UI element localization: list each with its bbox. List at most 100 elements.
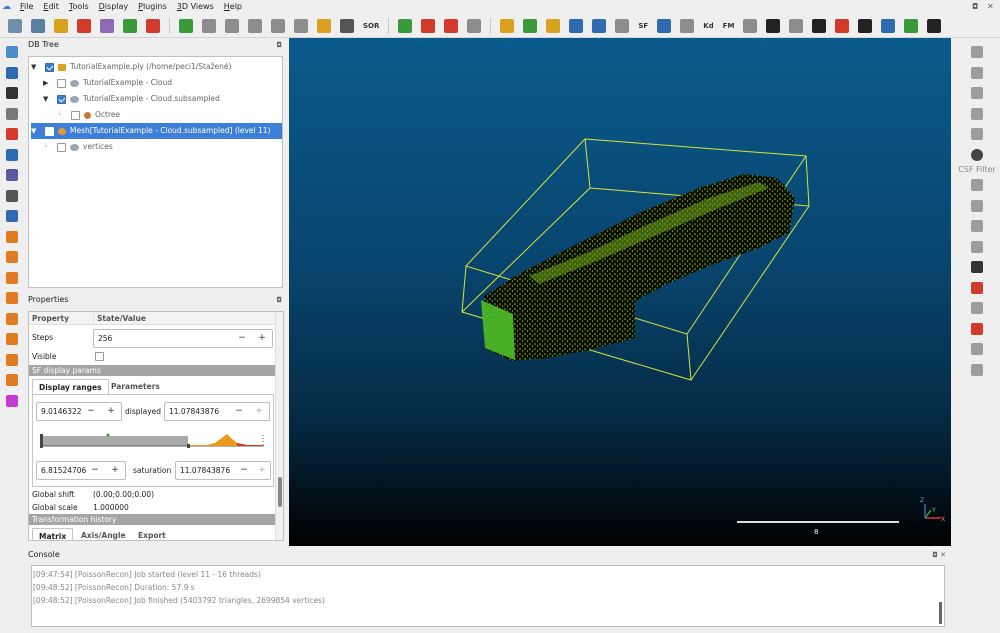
saturation-min-spinbox[interactable]: 6.81524706 − + bbox=[36, 461, 126, 480]
point-picking-icon[interactable] bbox=[54, 18, 68, 33]
displayed-min-spinbox[interactable]: 9.0146322 − + bbox=[36, 402, 122, 421]
sf-color-scale-icon[interactable] bbox=[657, 18, 672, 33]
decrement-button[interactable]: − bbox=[236, 462, 252, 479]
expand-arrow-icon[interactable]: ▼ bbox=[31, 123, 39, 139]
ransac-icon[interactable] bbox=[971, 322, 983, 335]
expand-arrow-icon[interactable]: ▼ bbox=[31, 59, 39, 75]
increment-button[interactable]: + bbox=[103, 403, 119, 420]
play-icon[interactable] bbox=[766, 18, 781, 33]
expand-arrow-icon[interactable]: ▼ bbox=[43, 91, 51, 107]
bottom-view-icon[interactable] bbox=[6, 333, 18, 345]
tree-row-ply[interactable]: ▼ TutorialExample.ply (/home/peci1/Staže… bbox=[31, 59, 282, 75]
display-window-icon[interactable] bbox=[6, 46, 18, 58]
noise-filter-icon[interactable] bbox=[340, 18, 354, 33]
menu-tools[interactable]: Tools bbox=[64, 0, 94, 14]
subsample-icon[interactable] bbox=[225, 18, 239, 33]
dock-float-icon[interactable]: ◘ bbox=[276, 38, 282, 52]
play-icon[interactable] bbox=[812, 18, 827, 33]
object-centered-icon[interactable] bbox=[6, 169, 18, 181]
increment-button[interactable]: + bbox=[254, 330, 270, 347]
dock-close-icons[interactable]: ◘ ✕ bbox=[932, 548, 946, 562]
displayed-min-value[interactable]: 9.0146322 bbox=[41, 407, 82, 416]
back-view-icon[interactable] bbox=[6, 292, 18, 304]
point-pair-align-icon[interactable] bbox=[398, 18, 413, 33]
plugin-qcanupo-icon[interactable] bbox=[835, 18, 850, 33]
kd-tree-button[interactable]: Kd bbox=[703, 22, 713, 30]
iso-view-1-icon[interactable] bbox=[6, 353, 18, 366]
saturation-min-value[interactable]: 6.81524706 bbox=[41, 466, 86, 475]
tree-row-mesh[interactable]: ▼ Mesh[TutorialExample - Cloud.subsample… bbox=[31, 123, 282, 139]
tree-row-vertices[interactable]: └ vertices bbox=[43, 139, 282, 155]
crop-icon[interactable] bbox=[421, 18, 436, 33]
decrement-button[interactable]: − bbox=[234, 330, 250, 347]
merge-icon[interactable] bbox=[100, 18, 114, 33]
increment-button[interactable]: + bbox=[254, 462, 270, 479]
camera-settings-icon[interactable] bbox=[6, 66, 18, 79]
menu-help[interactable]: Help bbox=[219, 0, 247, 14]
csf-filter-label[interactable]: CSF Filter bbox=[958, 165, 996, 174]
window-restore-icon[interactable]: ◘ bbox=[972, 2, 978, 11]
zoom-icon[interactable] bbox=[6, 210, 18, 222]
3d-viewport[interactable]: Z Y X 8 bbox=[289, 38, 951, 546]
compass-icon[interactable] bbox=[971, 46, 983, 58]
tab-axis-angle[interactable]: Axis/Angle bbox=[75, 528, 132, 540]
steps-spinbox[interactable]: 256 − + bbox=[93, 329, 273, 348]
cross-section-icon[interactable] bbox=[444, 18, 459, 33]
sf-convert-icon[interactable] bbox=[569, 18, 584, 33]
canupo-icon[interactable] bbox=[971, 66, 983, 79]
sf-button[interactable]: SF bbox=[638, 22, 648, 30]
iso-view-2-icon[interactable] bbox=[6, 374, 18, 386]
increment-button[interactable]: + bbox=[251, 403, 267, 420]
poisson-icon[interactable] bbox=[971, 240, 983, 253]
facet-fm-button[interactable]: FM bbox=[723, 22, 735, 30]
cloud-mesh-distance-icon[interactable] bbox=[317, 18, 331, 33]
cork-icon[interactable] bbox=[971, 343, 983, 355]
pivot-icon[interactable] bbox=[6, 107, 18, 120]
sra-icon[interactable] bbox=[971, 363, 983, 376]
steps-value[interactable]: 256 bbox=[98, 334, 112, 343]
hidden-point-removal-icon[interactable] bbox=[971, 199, 983, 212]
lighting-icon[interactable] bbox=[6, 394, 18, 407]
gradient-icon[interactable] bbox=[546, 18, 561, 33]
tab-display-ranges[interactable]: Display ranges bbox=[32, 379, 109, 394]
dock-float-icon[interactable]: ◘ bbox=[276, 293, 282, 307]
zoom-1-1-icon[interactable] bbox=[6, 87, 18, 99]
sf-histogram[interactable] bbox=[39, 431, 267, 455]
displayed-max-spinbox[interactable]: 11.07843876 − + bbox=[164, 402, 270, 421]
compute-stats-icon[interactable] bbox=[467, 18, 482, 33]
decrement-button[interactable]: − bbox=[83, 403, 99, 420]
hough-normals-icon[interactable] bbox=[971, 179, 983, 191]
plugin-qm3c2-icon[interactable] bbox=[904, 18, 919, 33]
right-view-icon[interactable] bbox=[6, 312, 18, 325]
translate-rotate-icon[interactable] bbox=[248, 18, 262, 33]
expand-arrow-icon[interactable]: ▶ bbox=[43, 75, 51, 91]
visibility-checkbox[interactable] bbox=[57, 94, 66, 104]
tree-row-cloud-subsampled[interactable]: ▼ TutorialExample - Cloud.subsampled bbox=[43, 91, 282, 107]
tab-export[interactable]: Export bbox=[132, 528, 172, 540]
tab-parameters[interactable]: Parameters bbox=[105, 379, 166, 394]
play-icon[interactable] bbox=[927, 18, 942, 33]
volume-icon[interactable] bbox=[971, 107, 983, 120]
visible-checkbox[interactable] bbox=[95, 352, 104, 361]
save-file-icon[interactable] bbox=[31, 18, 45, 33]
pcv-icon[interactable] bbox=[971, 261, 983, 273]
perspective-icon[interactable] bbox=[6, 148, 18, 161]
visibility-checkbox[interactable] bbox=[45, 62, 54, 72]
csf-compass-icon[interactable] bbox=[971, 148, 983, 161]
plugin-qanimation-icon[interactable] bbox=[789, 18, 804, 33]
classify-icon[interactable] bbox=[971, 87, 983, 99]
mplane-icon[interactable] bbox=[971, 220, 983, 232]
cloud-cloud-distance-icon[interactable] bbox=[294, 18, 308, 33]
add-constant-sf-icon[interactable] bbox=[77, 18, 91, 33]
saturation-max-spinbox[interactable]: 11.07843876 − + bbox=[175, 461, 271, 480]
layers-icon[interactable] bbox=[971, 302, 983, 314]
saturation-max-value[interactable]: 11.07843876 bbox=[180, 466, 230, 475]
menu-display[interactable]: Display bbox=[94, 0, 134, 14]
increment-button[interactable]: + bbox=[107, 462, 123, 479]
properties-scrollbar[interactable] bbox=[275, 312, 283, 540]
left-view-icon[interactable] bbox=[6, 271, 18, 284]
tab-matrix[interactable]: Matrix bbox=[32, 528, 74, 540]
segment-icon[interactable] bbox=[271, 18, 285, 33]
camera-icon[interactable] bbox=[743, 18, 758, 33]
front-view-icon[interactable] bbox=[6, 251, 18, 263]
